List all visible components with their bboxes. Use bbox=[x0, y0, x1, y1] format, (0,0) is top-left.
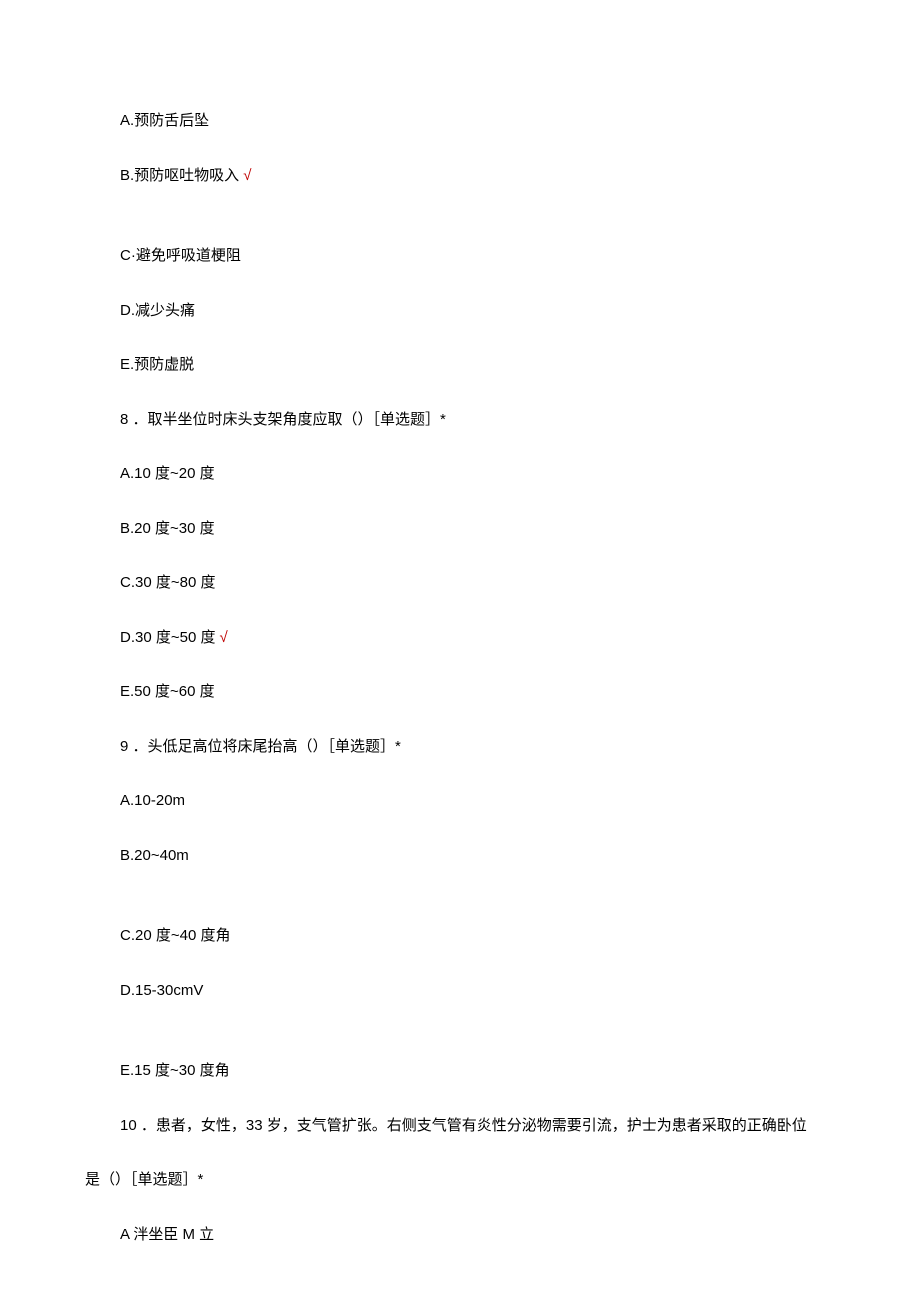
q10-stem-line2: 是（）［单选题］* bbox=[85, 1169, 835, 1192]
q8-option-c: C.30 度~80 度 bbox=[120, 572, 835, 595]
q7-option-c: C·避免呼吸道梗阻 bbox=[120, 245, 835, 268]
q7-option-b: B.预防呕吐物吸入√ bbox=[120, 165, 835, 188]
q8-option-b: B.20 度~30 度 bbox=[120, 518, 835, 541]
q7-option-d: D.减少头痛 bbox=[120, 300, 835, 323]
q8-option-e: E.50 度~60 度 bbox=[120, 681, 835, 704]
q9-stem: 9 ．头低足高位将床尾抬高（）［单选题］* bbox=[120, 736, 835, 759]
q7-option-e: E.预防虚脱 bbox=[120, 354, 835, 377]
q7-option-a: A.预防舌后坠 bbox=[120, 110, 835, 133]
q9-option-b: B.20~40m bbox=[120, 845, 835, 868]
q9-option-a: A.10-20m bbox=[120, 790, 835, 813]
check-icon: √ bbox=[219, 629, 227, 646]
q10-option-a: A 泮坐臣 M 立 bbox=[120, 1224, 835, 1247]
q9-option-d: D.15-30cmV bbox=[120, 980, 835, 1003]
q9-option-e: E.15 度~30 度角 bbox=[120, 1060, 835, 1083]
q8-option-d-text: D.30 度~50 度 bbox=[120, 629, 215, 646]
q8-option-d: D.30 度~50 度√ bbox=[120, 627, 835, 650]
q8-option-a: A.10 度~20 度 bbox=[120, 463, 835, 486]
check-icon: √ bbox=[243, 167, 251, 184]
q7-option-b-text: B.预防呕吐物吸入 bbox=[120, 167, 239, 184]
q8-stem: 8 ．取半坐位时床头支架角度应取（）［单选题］* bbox=[120, 409, 835, 432]
q9-option-c: C.20 度~40 度角 bbox=[120, 925, 835, 948]
q10-stem-line1: 10 ．患者，女性，33 岁，支气管扩张。右侧支气管有炎性分泌物需要引流，护士为… bbox=[120, 1115, 835, 1138]
